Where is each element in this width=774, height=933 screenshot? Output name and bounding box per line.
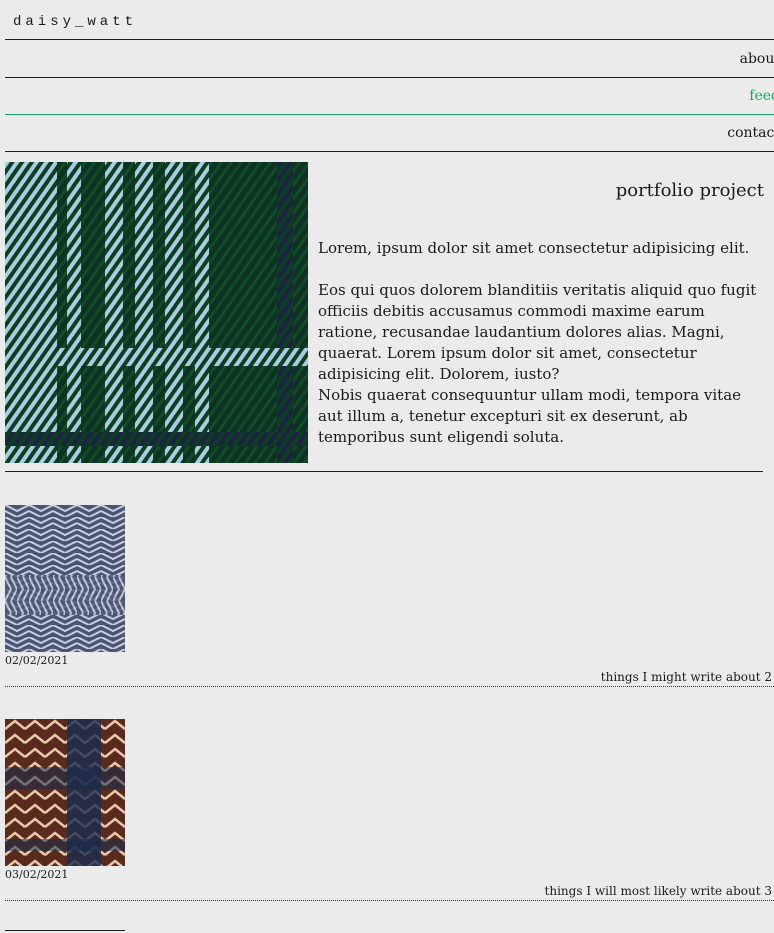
next-post-thumbnail-edge [5, 930, 125, 931]
hero-title: portfolio project [615, 180, 764, 201]
post-thumbnail-1[interactable] [5, 505, 125, 652]
post-title-2[interactable]: things I will most likely write about 3 [545, 884, 772, 898]
hero-lead: Lorem, ipsum dolor sit amet consectetur … [318, 239, 750, 257]
post-thumbnail-2[interactable] [5, 719, 125, 866]
nav-feed-label: feed [749, 88, 774, 104]
site-brand[interactable]: daisy_watt [5, 0, 774, 40]
hero-body-1: Eos qui quos dolorem blanditiis veritati… [318, 281, 757, 383]
post-date-1: 02/02/2021 [5, 654, 69, 667]
post-divider-2 [5, 900, 774, 901]
hero-description: Lorem, ipsum dolor sit amet consectetur … [318, 238, 768, 448]
post-title-1[interactable]: things I might write about 2 [601, 670, 772, 684]
hero-divider [5, 471, 763, 472]
post-date-2: 03/02/2021 [5, 868, 69, 881]
hero-body-2: Nobis quaerat consequuntur ullam modi, t… [318, 386, 742, 446]
nav-about-label: about [739, 51, 774, 67]
nav-about[interactable]: about [5, 41, 774, 78]
nav-contact-label: contact [727, 125, 774, 141]
post-divider-1 [5, 686, 774, 687]
hero-tartan-image [5, 162, 308, 463]
nav-feed[interactable]: feed [5, 78, 774, 115]
nav-contact[interactable]: contact [5, 115, 774, 152]
